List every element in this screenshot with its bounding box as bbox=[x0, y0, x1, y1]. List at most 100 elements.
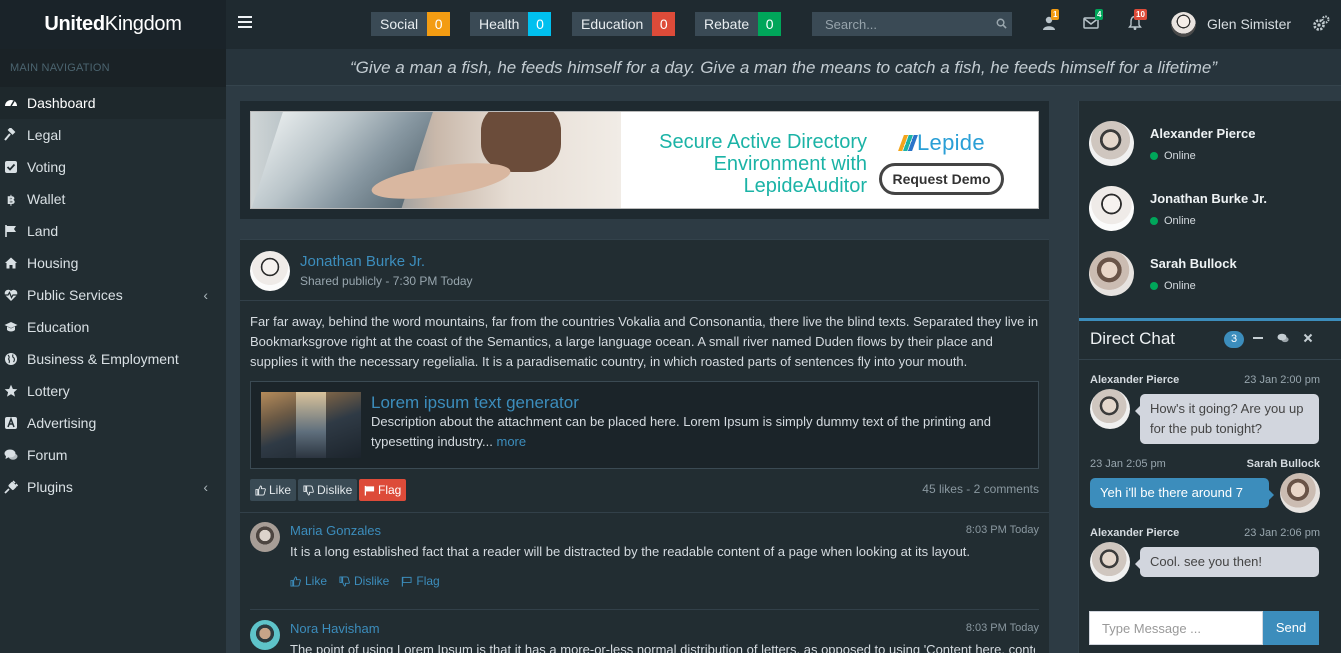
sidebar-item-label: Legal bbox=[27, 127, 62, 143]
sidebar-item-plugins[interactable]: Plugins ‹ bbox=[0, 471, 226, 503]
online-dot-icon bbox=[1150, 217, 1158, 225]
more-link[interactable]: more bbox=[497, 434, 527, 449]
sidebar-item-land[interactable]: Land bbox=[0, 215, 226, 247]
chevron-left-icon[interactable]: ‹ bbox=[203, 279, 208, 311]
comment-dislike-link[interactable]: Dislike bbox=[339, 574, 389, 588]
gears-icon[interactable] bbox=[1312, 15, 1330, 32]
users-badge: 1 bbox=[1051, 9, 1060, 20]
pill-label: Social bbox=[371, 12, 428, 36]
avatar bbox=[1089, 251, 1134, 296]
sidebar-item-education[interactable]: Education bbox=[0, 311, 226, 343]
svg-text:฿: ฿ bbox=[7, 193, 15, 206]
sidebar-item-dashboard[interactable]: Dashboard bbox=[0, 87, 226, 119]
attachment-block[interactable]: Lorem ipsum text generator Description a… bbox=[250, 381, 1039, 469]
sidebar-item-label: Land bbox=[27, 223, 59, 239]
close-icon[interactable] bbox=[1302, 332, 1314, 344]
chat-message: Cool. see you then! bbox=[1135, 547, 1319, 577]
pill-rebate[interactable]: Rebate 0 bbox=[695, 12, 782, 36]
sidebar-item-label: Advertising bbox=[27, 415, 97, 431]
sidebar-item-label: Education bbox=[27, 319, 90, 335]
bitcoin-icon: ฿ bbox=[7, 193, 15, 206]
lepide-logo: Lepide bbox=[898, 130, 985, 156]
flag-button[interactable]: Flag bbox=[359, 479, 407, 501]
message-time: 23 Jan 2:06 pm bbox=[1244, 527, 1320, 539]
thumbs-up-icon bbox=[255, 484, 266, 496]
heartbeat-icon bbox=[4, 289, 18, 301]
avatar bbox=[1090, 389, 1130, 429]
send-button[interactable]: Send bbox=[1263, 611, 1319, 645]
comment-text: The point of using Lorem Ipsum is that i… bbox=[290, 642, 1035, 653]
messages-badge: 4 bbox=[1095, 9, 1104, 20]
post-author[interactable]: Jonathan Burke Jr. bbox=[300, 253, 425, 270]
user-name[interactable]: Glen Simister bbox=[1207, 16, 1291, 32]
request-demo-button[interactable]: Request Demo bbox=[879, 163, 1004, 195]
attachment-title[interactable]: Lorem ipsum text generator bbox=[371, 393, 579, 413]
attachment-image bbox=[261, 392, 361, 458]
comment-like-link[interactable]: Like bbox=[290, 574, 327, 588]
sidebar-item-lottery[interactable]: Lottery bbox=[0, 375, 226, 407]
contact-item[interactable]: Jonathan Burke Jr. Online bbox=[1089, 186, 1329, 236]
direct-chat: Direct Chat 3 Alexander Pierce 23 Jan 2:… bbox=[1079, 318, 1341, 653]
comment-author[interactable]: Maria Gonzales bbox=[290, 523, 381, 538]
plug-icon bbox=[4, 480, 18, 494]
checkbox-icon bbox=[5, 161, 17, 173]
sidebar-item-forum[interactable]: Forum bbox=[0, 439, 226, 471]
search-input[interactable] bbox=[812, 12, 1012, 36]
pill-label: Rebate bbox=[695, 12, 759, 36]
comment-actions: Like Dislike Flag bbox=[290, 574, 440, 588]
pill-education[interactable]: Education 0 bbox=[572, 12, 676, 36]
contact-item[interactable]: Sarah Bullock Online bbox=[1089, 251, 1329, 301]
sidebar-header: MAIN NAVIGATION bbox=[0, 49, 226, 87]
comments-icon bbox=[4, 449, 18, 460]
comment-author[interactable]: Nora Havisham bbox=[290, 621, 380, 636]
sidebar: MAIN NAVIGATION Dashboard Legal Voting ฿… bbox=[0, 49, 226, 653]
brand-logo[interactable]: UnitedKingdom bbox=[0, 0, 226, 49]
sidebar-item-wallet[interactable]: ฿ Wallet bbox=[0, 183, 226, 215]
sidebar-item-label: Voting bbox=[27, 159, 66, 175]
sidebar-item-public-services[interactable]: Public Services ‹ bbox=[0, 279, 226, 311]
message-author: Alexander Pierce bbox=[1090, 374, 1180, 386]
alerts-badge: 10 bbox=[1134, 9, 1147, 20]
message-time: 23 Jan 2:00 pm bbox=[1244, 374, 1320, 386]
sidebar-item-label: Plugins bbox=[27, 479, 73, 495]
pill-health[interactable]: Health 0 bbox=[470, 12, 552, 36]
gavel-icon bbox=[4, 128, 16, 141]
sidebar-item-voting[interactable]: Voting bbox=[0, 151, 226, 183]
chevron-left-icon[interactable]: ‹ bbox=[203, 471, 208, 503]
pill-count: 0 bbox=[758, 12, 782, 36]
dashboard-icon bbox=[5, 100, 17, 107]
contact-item[interactable]: Alexander Pierce Online bbox=[1089, 121, 1329, 171]
pill-count: 0 bbox=[427, 12, 451, 36]
sidebar-item-legal[interactable]: Legal bbox=[0, 119, 226, 151]
user-avatar[interactable] bbox=[1171, 12, 1196, 37]
sidebar-item-label: Dashboard bbox=[27, 95, 96, 111]
sidebar-item-business-employment[interactable]: Business & Employment bbox=[0, 343, 226, 375]
message-author: Sarah Bullock bbox=[1246, 458, 1320, 470]
avatar[interactable] bbox=[250, 251, 290, 291]
chat-message-input[interactable] bbox=[1089, 611, 1263, 645]
online-dot-icon bbox=[1150, 152, 1158, 160]
search-icon[interactable] bbox=[996, 18, 1007, 29]
ad-banner[interactable]: Secure Active Directory Environment with… bbox=[250, 111, 1039, 209]
pill-count: 0 bbox=[528, 12, 552, 36]
pill-label: Health bbox=[470, 12, 529, 36]
comment-flag-link[interactable]: Flag bbox=[401, 574, 440, 588]
divider bbox=[1079, 359, 1341, 360]
dislike-button[interactable]: Dislike bbox=[298, 479, 358, 501]
sidebar-item-housing[interactable]: Housing bbox=[0, 247, 226, 279]
chat-message: How's it going? Are you up for the pub t… bbox=[1135, 394, 1319, 444]
avatar[interactable] bbox=[250, 522, 280, 552]
message-author: Alexander Pierce bbox=[1090, 527, 1180, 539]
avatar[interactable] bbox=[250, 620, 280, 650]
minus-icon[interactable] bbox=[1252, 332, 1264, 344]
sidebar-toggle-icon[interactable] bbox=[238, 16, 252, 30]
post-card: Jonathan Burke Jr. Shared publicly - 7:3… bbox=[240, 239, 1049, 653]
ad-headline: Secure Active Directory Environment with… bbox=[659, 131, 867, 197]
status-badge: Online bbox=[1150, 215, 1196, 227]
comments-icon[interactable] bbox=[1277, 332, 1289, 344]
sidebar-item-advertising[interactable]: Advertising bbox=[0, 407, 226, 439]
home-icon bbox=[5, 257, 17, 269]
pill-social[interactable]: Social 0 bbox=[371, 12, 451, 36]
message-time: 23 Jan 2:05 pm bbox=[1090, 458, 1166, 470]
like-button[interactable]: Like bbox=[250, 479, 297, 501]
